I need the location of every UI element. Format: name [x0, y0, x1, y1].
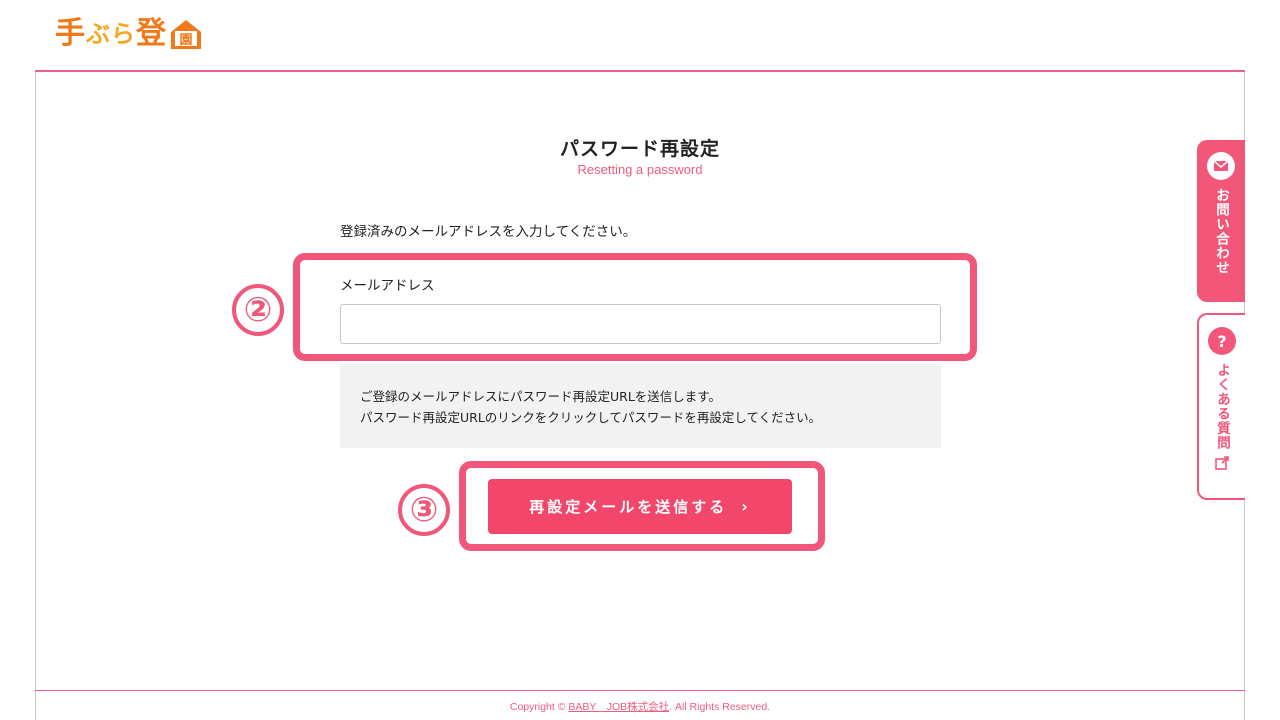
step-number-3: ③ [398, 484, 450, 536]
instruction-text: 登録済みのメールアドレスを入力してください。 [340, 224, 637, 240]
step-number-2: ② [232, 284, 284, 336]
notice-line: パスワード再設定URLのリンクをクリックしてパスワードを再設定してください。 [360, 410, 822, 425]
company-link[interactable]: BABY JOB株式会社 [568, 701, 669, 713]
side-tab-faq-label: よくある質問 [1214, 363, 1230, 450]
side-tab-contact-label: お問い合わせ [1213, 188, 1229, 275]
page-subtitle: Resetting a password [577, 162, 703, 177]
copyright-suffix: . All Rights Reserved. [669, 701, 771, 713]
logo[interactable]: 手 ぶら 登 園 [55, 14, 203, 54]
mail-icon [1207, 152, 1235, 180]
logo-text-part: 手 [55, 16, 86, 51]
side-tab-faq[interactable]: ? よくある質問 [1197, 313, 1245, 500]
notice-box: ご登録のメールアドレスにパスワード再設定URLを送信します。 パスワード再設定U… [340, 364, 941, 448]
header: 手 ぶら 登 園 [35, 0, 1245, 72]
logo-text-part: 登 [136, 16, 167, 51]
notice-line: ご登録のメールアドレスにパスワード再設定URLを送信します。 [360, 389, 722, 404]
logo-house-char: 園 [179, 32, 192, 48]
copyright-prefix: Copyright © [509, 701, 569, 713]
side-tab-contact[interactable]: お問い合わせ [1197, 140, 1245, 302]
question-icon: ? [1208, 327, 1236, 355]
page-title: パスワード再設定 [559, 138, 720, 160]
highlight-box-email [293, 253, 977, 361]
footer: Copyright © BABY JOB株式会社. All Rights Res… [35, 690, 1245, 720]
highlight-box-submit [459, 461, 825, 551]
external-link-icon [1215, 456, 1229, 474]
logo-house-icon: 園 [171, 20, 201, 49]
logo-text-part: ぶら [86, 20, 136, 48]
